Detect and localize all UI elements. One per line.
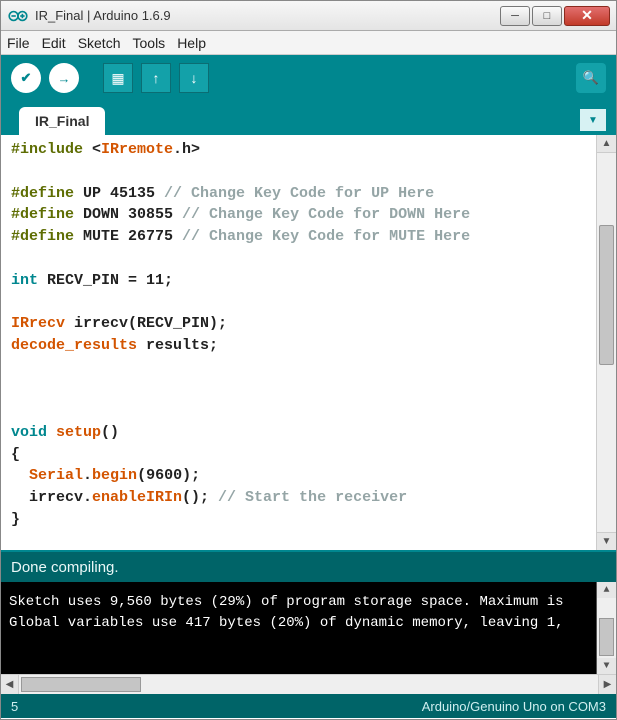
toolbar: ✔ → ▦ ↑ ↓ 🔍 (1, 55, 616, 101)
save-sketch-button[interactable]: ↓ (179, 63, 209, 93)
code-editor[interactable]: #include <IRremote.h> #define UP 45135 /… (1, 135, 616, 552)
status-bar: Done compiling. (1, 552, 616, 582)
menu-sketch[interactable]: Sketch (78, 35, 121, 51)
status-text: Done compiling. (11, 559, 119, 576)
open-sketch-button[interactable]: ↑ (141, 63, 171, 93)
serial-monitor-button[interactable]: 🔍 (576, 63, 606, 93)
menu-bar: File Edit Sketch Tools Help (1, 31, 616, 55)
console-output: Sketch uses 9,560 bytes (29%) of program… (1, 582, 616, 674)
arduino-logo-icon (7, 9, 29, 23)
console-line: Sketch uses 9,560 bytes (29%) of program… (9, 592, 610, 613)
board-port-label: Arduino/Genuino Uno on COM3 (422, 699, 606, 714)
arrow-down-icon: ↓ (191, 70, 198, 86)
menu-edit[interactable]: Edit (42, 35, 66, 51)
scrollbar-thumb[interactable] (21, 677, 141, 692)
maximize-button[interactable]: □ (532, 6, 562, 26)
tab-bar: IR_Final ▼ (1, 101, 616, 135)
scroll-right-icon[interactable]: ▶ (598, 675, 616, 694)
arrow-right-icon: → (58, 71, 71, 86)
upload-button[interactable]: → (49, 63, 79, 93)
window-title: IR_Final | Arduino 1.6.9 (35, 8, 500, 23)
code-content: #include <IRremote.h> #define UP 45135 /… (11, 139, 594, 531)
check-icon: ✔ (21, 70, 32, 86)
scrollbar-thumb[interactable] (599, 225, 614, 365)
footer-bar: 5 Arduino/Genuino Uno on COM3 (1, 694, 616, 718)
editor-vertical-scrollbar[interactable]: ▲ ▼ (596, 135, 616, 550)
console-vertical-scrollbar[interactable]: ▲ ▼ (596, 582, 616, 674)
scroll-up-icon[interactable]: ▲ (597, 582, 616, 598)
line-number: 5 (11, 699, 18, 714)
scrollbar-thumb[interactable] (599, 618, 614, 656)
console-horizontal-scrollbar[interactable]: ◀ ▶ (1, 674, 616, 694)
arrow-up-icon: ↑ (153, 70, 160, 86)
window-titlebar: IR_Final | Arduino 1.6.9 ─ □ ✕ (1, 1, 616, 31)
tab-dropdown-button[interactable]: ▼ (580, 109, 606, 131)
scroll-up-icon[interactable]: ▲ (597, 135, 616, 153)
magnifier-icon: 🔍 (583, 70, 599, 86)
new-sketch-button[interactable]: ▦ (103, 63, 133, 93)
menu-file[interactable]: File (7, 35, 30, 51)
menu-tools[interactable]: Tools (133, 35, 166, 51)
scroll-left-icon[interactable]: ◀ (1, 675, 19, 694)
menu-help[interactable]: Help (177, 35, 206, 51)
scroll-down-icon[interactable]: ▼ (597, 658, 616, 674)
scroll-down-icon[interactable]: ▼ (597, 532, 616, 550)
file-icon: ▦ (111, 70, 124, 87)
tab-ir-final[interactable]: IR_Final (19, 107, 105, 135)
close-button[interactable]: ✕ (564, 6, 610, 26)
minimize-button[interactable]: ─ (500, 6, 530, 26)
verify-button[interactable]: ✔ (11, 63, 41, 93)
chevron-down-icon: ▼ (588, 115, 598, 126)
console-line: Global variables use 417 bytes (20%) of … (9, 613, 610, 634)
